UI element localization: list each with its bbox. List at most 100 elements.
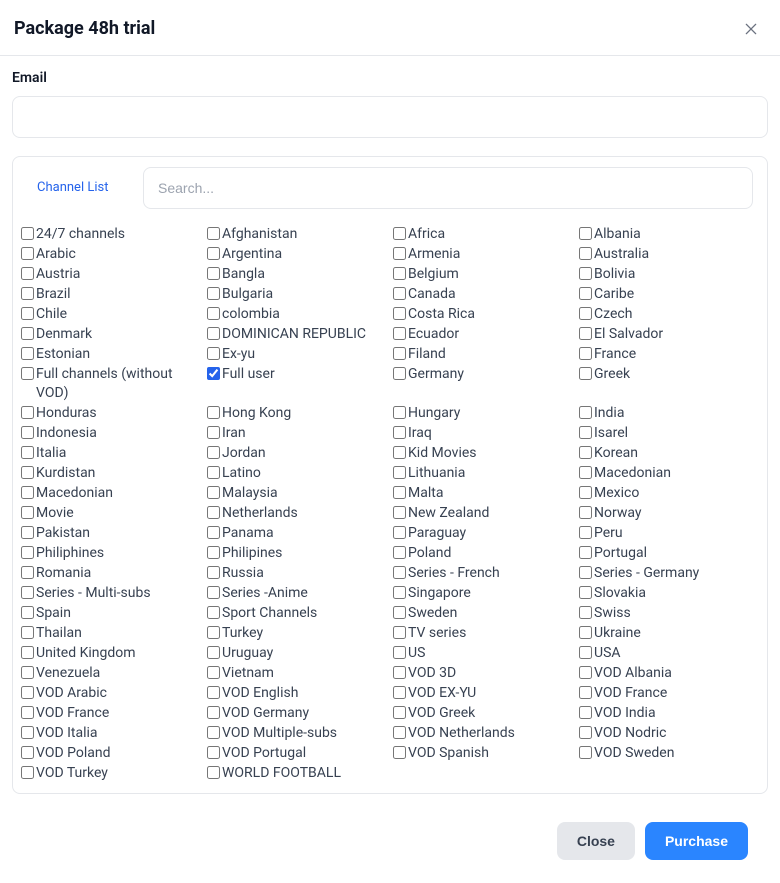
- channel-item[interactable]: Kid Movies: [393, 444, 573, 463]
- channel-item[interactable]: VOD Poland: [21, 744, 201, 763]
- channel-checkbox[interactable]: [393, 426, 406, 439]
- channel-item[interactable]: Iraq: [393, 424, 573, 443]
- channel-item[interactable]: Macedonian: [579, 464, 759, 483]
- channel-checkbox[interactable]: [21, 267, 34, 280]
- channel-checkbox[interactable]: [21, 506, 34, 519]
- channel-checkbox[interactable]: [579, 506, 592, 519]
- channel-item[interactable]: 24/7 channels: [21, 225, 201, 244]
- channel-checkbox[interactable]: [393, 746, 406, 759]
- channel-item[interactable]: Caribe: [579, 285, 759, 304]
- channel-checkbox[interactable]: [393, 307, 406, 320]
- channel-checkbox[interactable]: [579, 666, 592, 679]
- channel-item[interactable]: Romania: [21, 564, 201, 583]
- channel-item[interactable]: Swiss: [579, 604, 759, 623]
- channel-checkbox[interactable]: [207, 766, 220, 779]
- channel-item[interactable]: VOD Greek: [393, 704, 573, 723]
- channel-item[interactable]: VOD France: [579, 684, 759, 703]
- channel-item[interactable]: Filand: [393, 345, 573, 364]
- channel-item[interactable]: VOD Nodric: [579, 724, 759, 743]
- channel-item[interactable]: Chile: [21, 305, 201, 324]
- channel-checkbox[interactable]: [393, 526, 406, 539]
- channel-checkbox[interactable]: [21, 466, 34, 479]
- channel-checkbox[interactable]: [579, 526, 592, 539]
- channel-item[interactable]: Vietnam: [207, 664, 387, 683]
- channel-checkbox[interactable]: [207, 506, 220, 519]
- channel-checkbox[interactable]: [579, 367, 592, 380]
- channel-item[interactable]: Armenia: [393, 245, 573, 264]
- channel-item[interactable]: El Salvador: [579, 325, 759, 344]
- channel-item[interactable]: Jordan: [207, 444, 387, 463]
- channel-item[interactable]: Kurdistan: [21, 464, 201, 483]
- channel-checkbox[interactable]: [393, 406, 406, 419]
- channel-checkbox[interactable]: [393, 706, 406, 719]
- channel-checkbox[interactable]: [393, 446, 406, 459]
- channel-item[interactable]: colombia: [207, 305, 387, 324]
- channel-item[interactable]: New Zealand: [393, 504, 573, 523]
- channel-checkbox[interactable]: [393, 626, 406, 639]
- channel-item[interactable]: United Kingdom: [21, 644, 201, 663]
- channel-item[interactable]: Thailan: [21, 624, 201, 643]
- channel-checkbox[interactable]: [207, 686, 220, 699]
- channel-item[interactable]: Albania: [579, 225, 759, 244]
- channel-item[interactable]: Series - French: [393, 564, 573, 583]
- channel-item[interactable]: Full user: [207, 365, 387, 403]
- channel-item[interactable]: VOD 3D: [393, 664, 573, 683]
- channel-item[interactable]: Greek: [579, 365, 759, 403]
- channel-checkbox[interactable]: [21, 307, 34, 320]
- channel-item[interactable]: Australia: [579, 245, 759, 264]
- channel-item[interactable]: Africa: [393, 225, 573, 244]
- channel-checkbox[interactable]: [21, 486, 34, 499]
- channel-item[interactable]: VOD Sweden: [579, 744, 759, 763]
- channel-checkbox[interactable]: [207, 446, 220, 459]
- channel-checkbox[interactable]: [207, 426, 220, 439]
- channel-checkbox[interactable]: [579, 446, 592, 459]
- channel-checkbox[interactable]: [579, 347, 592, 360]
- channel-item[interactable]: VOD Germany: [207, 704, 387, 723]
- channel-checkbox[interactable]: [21, 287, 34, 300]
- channel-checkbox[interactable]: [21, 586, 34, 599]
- channel-item[interactable]: Philiphines: [21, 544, 201, 563]
- close-icon[interactable]: [742, 20, 760, 38]
- channel-checkbox[interactable]: [207, 626, 220, 639]
- channel-item[interactable]: Korean: [579, 444, 759, 463]
- channel-item[interactable]: TV series: [393, 624, 573, 643]
- channel-item[interactable]: Russia: [207, 564, 387, 583]
- channel-item[interactable]: Ukraine: [579, 624, 759, 643]
- channel-item[interactable]: Indonesia: [21, 424, 201, 443]
- search-input[interactable]: [143, 167, 753, 209]
- channel-item[interactable]: WORLD FOOTBALL: [207, 764, 387, 783]
- channel-checkbox[interactable]: [207, 287, 220, 300]
- email-field[interactable]: [12, 96, 768, 138]
- channel-item[interactable]: Malaysia: [207, 484, 387, 503]
- channel-item[interactable]: Latino: [207, 464, 387, 483]
- purchase-button[interactable]: Purchase: [645, 822, 748, 860]
- channel-checkbox[interactable]: [207, 606, 220, 619]
- channel-checkbox[interactable]: [21, 247, 34, 260]
- channel-item[interactable]: Pakistan: [21, 524, 201, 543]
- channel-item[interactable]: Honduras: [21, 404, 201, 423]
- channel-checkbox[interactable]: [393, 606, 406, 619]
- channel-checkbox[interactable]: [579, 267, 592, 280]
- channel-item[interactable]: VOD France: [21, 704, 201, 723]
- channel-checkbox[interactable]: [207, 466, 220, 479]
- channel-checkbox[interactable]: [393, 247, 406, 260]
- channel-item[interactable]: Philipines: [207, 544, 387, 563]
- channel-checkbox[interactable]: [393, 367, 406, 380]
- channel-item[interactable]: Paraguay: [393, 524, 573, 543]
- channel-item[interactable]: VOD Turkey: [21, 764, 201, 783]
- channel-item[interactable]: Mexico: [579, 484, 759, 503]
- channel-item[interactable]: Bangla: [207, 265, 387, 284]
- channel-checkbox[interactable]: [393, 726, 406, 739]
- channel-checkbox[interactable]: [21, 227, 34, 240]
- channel-item[interactable]: Full channels (without VOD): [21, 365, 201, 403]
- channel-item[interactable]: VOD Spanish: [393, 744, 573, 763]
- channel-checkbox[interactable]: [21, 347, 34, 360]
- channel-item[interactable]: VOD EX-YU: [393, 684, 573, 703]
- channel-checkbox[interactable]: [579, 247, 592, 260]
- channel-checkbox[interactable]: [21, 766, 34, 779]
- channel-checkbox[interactable]: [21, 526, 34, 539]
- channel-checkbox[interactable]: [21, 666, 34, 679]
- channel-checkbox[interactable]: [393, 546, 406, 559]
- channel-item[interactable]: Uruguay: [207, 644, 387, 663]
- channel-checkbox[interactable]: [21, 566, 34, 579]
